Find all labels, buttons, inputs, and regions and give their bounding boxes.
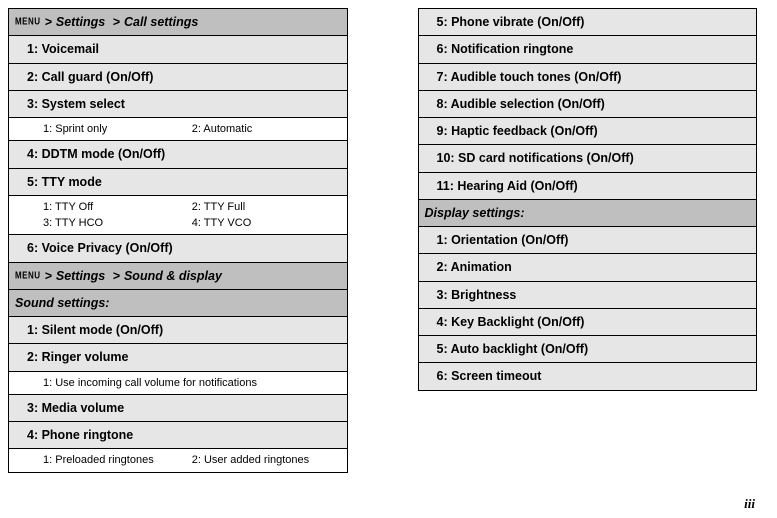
list-item: 8: Audible selection (On/Off) <box>418 91 758 118</box>
sub-options: 1: Preloaded ringtones 2: User added rin… <box>8 449 348 472</box>
list-item: 3: Brightness <box>418 282 758 309</box>
crumb-b: Sound & display <box>124 268 222 284</box>
list-item: 2: Ringer volume <box>8 344 348 371</box>
list-item: 6: Notification ringtone <box>418 36 758 63</box>
list-item: 4: Key Backlight (On/Off) <box>418 309 758 336</box>
list-item: 9: Haptic feedback (On/Off) <box>418 118 758 145</box>
crumb-sep: > <box>109 14 120 30</box>
sub-option: 4: TTY VCO <box>192 215 341 231</box>
crumb-sep: > <box>45 268 52 284</box>
breadcrumb-call-settings: MENU > Settings > Call settings <box>8 8 348 36</box>
sub-option: 3: TTY HCO <box>43 215 192 231</box>
crumb-sep: > <box>45 14 52 30</box>
list-item: 5: TTY mode <box>8 169 348 196</box>
crumb-a: Settings <box>56 14 105 30</box>
list-item: 1: Orientation (On/Off) <box>418 227 758 254</box>
list-item: 4: Phone ringtone <box>8 422 348 449</box>
list-item: 4: DDTM mode (On/Off) <box>8 141 348 168</box>
list-item: 7: Audible touch tones (On/Off) <box>418 64 758 91</box>
list-item: 2: Animation <box>418 254 758 281</box>
page-number: iii <box>744 496 755 512</box>
breadcrumb-sound-display: MENU > Settings > Sound & display <box>8 263 348 290</box>
sub-option: 2: User added ringtones <box>192 452 341 468</box>
sub-options: 1: TTY Off 2: TTY Full 3: TTY HCO 4: TTY… <box>8 196 348 236</box>
sub-option: 2: TTY Full <box>192 199 341 215</box>
list-item: 5: Phone vibrate (On/Off) <box>418 8 758 36</box>
sub-options: 1: Sprint only 2: Automatic <box>8 118 348 141</box>
list-item: 6: Screen timeout <box>418 363 758 390</box>
list-item: 11: Hearing Aid (On/Off) <box>418 173 758 200</box>
sub-option: 1: TTY Off <box>43 199 192 215</box>
sub-option: 1: Preloaded ringtones <box>43 452 192 468</box>
list-item: 10: SD card notifications (On/Off) <box>418 145 758 172</box>
section-display-settings: Display settings: <box>418 200 758 227</box>
sub-option: 1: Sprint only <box>43 121 192 137</box>
menu-icon: MENU <box>15 269 41 283</box>
list-item: 2: Call guard (On/Off) <box>8 64 348 91</box>
list-item: 1: Voicemail <box>8 36 348 63</box>
section-sound-settings: Sound settings: <box>8 290 348 317</box>
list-item: 3: Media volume <box>8 395 348 422</box>
sub-option: 1: Use incoming call volume for notifica… <box>43 375 341 391</box>
crumb-sep: > <box>109 268 120 284</box>
menu-icon: MENU <box>15 15 41 29</box>
sub-options: 1: Use incoming call volume for notifica… <box>8 372 348 395</box>
list-item: 6: Voice Privacy (On/Off) <box>8 235 348 262</box>
sub-option: 2: Automatic <box>192 121 341 137</box>
crumb-a: Settings <box>56 268 105 284</box>
right-column: 5: Phone vibrate (On/Off) 6: Notificatio… <box>418 8 758 473</box>
list-item: 3: System select <box>8 91 348 118</box>
list-item: 1: Silent mode (On/Off) <box>8 317 348 344</box>
left-column: MENU > Settings > Call settings 1: Voice… <box>8 8 348 473</box>
crumb-b: Call settings <box>124 14 198 30</box>
list-item: 5: Auto backlight (On/Off) <box>418 336 758 363</box>
